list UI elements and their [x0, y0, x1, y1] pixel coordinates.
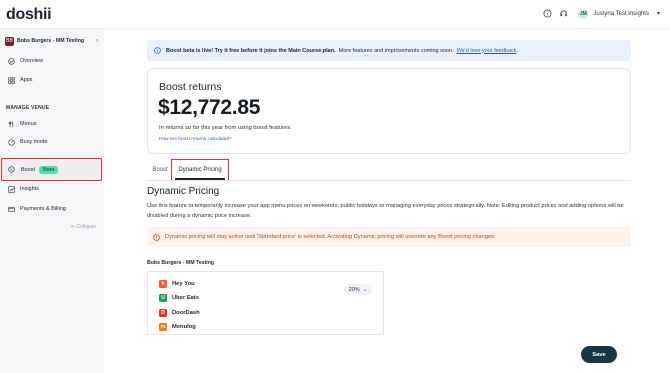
- returns-calculation-link[interactable]: How are boost returns calculated?: [159, 137, 232, 142]
- boost-returns-card: Boost returns $12,772.85 In returns so f…: [147, 68, 631, 154]
- sidebar-item-boost[interactable]: $ Boost Beta: [1, 158, 102, 181]
- list-item: m Menulog: [159, 322, 196, 332]
- svg-text:$: $: [10, 166, 13, 171]
- venue-label: Bobs Burgers - MM Testing: [147, 260, 215, 266]
- help-circle-icon[interactable]: ?: [542, 8, 553, 19]
- apps-grid-icon: [7, 76, 15, 84]
- price-increase-select[interactable]: 20% ⌄: [344, 284, 372, 295]
- sidebar-item-label: Payments & Billing: [20, 206, 66, 212]
- banner-bold-text: Boost beta is live! Try it free before i…: [166, 47, 336, 54]
- sidebar-item-menus[interactable]: Menus: [0, 117, 104, 131]
- doordash-logo-icon: D: [159, 309, 167, 317]
- sidebar-item-boost-inner: $ Boost Beta: [4, 162, 99, 177]
- chart-icon: [7, 185, 15, 193]
- check-circle-icon: [7, 57, 15, 65]
- gauge-icon: [7, 138, 15, 146]
- save-button[interactable]: Save: [581, 346, 617, 363]
- feedback-link[interactable]: We'd love your feedback: [457, 48, 517, 54]
- dollar-circle-icon: $: [8, 165, 16, 174]
- uber-eats-logo-icon: U: [159, 294, 167, 302]
- banner-text: More features and improvements coming so…: [338, 47, 454, 54]
- sidebar-item-label: Busy mode: [20, 139, 48, 145]
- returns-amount: $12,772.85: [158, 96, 261, 119]
- tab-divider: [147, 180, 631, 181]
- top-right-controls: ? JM Justyna Test Insights ▾: [542, 8, 660, 19]
- user-avatar[interactable]: JM: [578, 8, 589, 19]
- sidebar-item-label: Insights: [20, 186, 39, 192]
- headset-icon[interactable]: [558, 8, 569, 19]
- sidebar-item-overview[interactable]: Overview: [0, 54, 104, 68]
- main-content: Boost beta is live! Try it free before i…: [104, 29, 670, 373]
- sidebar-item-label: Boost: [21, 166, 36, 173]
- sidebar-item-insights[interactable]: Insights: [0, 182, 104, 196]
- sidebar: BB Bobs Burgers - MM Testing › Overview …: [0, 29, 104, 373]
- venue-avatar: BB: [5, 36, 14, 46]
- sidebar-item-busy-mode[interactable]: Busy mode: [0, 135, 104, 149]
- platform-name: Hey You: [172, 281, 195, 287]
- sidebar-section-label: MANAGE VENUE: [6, 105, 50, 111]
- warning-icon: [153, 233, 160, 241]
- venue-name: Bobs Burgers - MM Testing: [17, 38, 85, 44]
- chevron-down-icon[interactable]: ▾: [657, 10, 660, 17]
- returns-subtitle: In returns so far this year from using b…: [159, 125, 292, 131]
- platform-name: DoorDash: [172, 310, 200, 316]
- beta-info-banner: Boost beta is live! Try it free before i…: [147, 40, 631, 61]
- sidebar-item-label: Overview: [20, 58, 43, 64]
- tab-boost[interactable]: Boost: [149, 159, 171, 181]
- banner-end: .: [516, 47, 519, 54]
- page-description: Use this feature to temporarily increase…: [147, 203, 624, 219]
- list-item: h Hey You: [159, 279, 195, 289]
- sidebar-item-apps[interactable]: Apps: [0, 73, 104, 87]
- chevron-right-icon: ›: [96, 38, 98, 44]
- chevron-down-icon: ⌄: [362, 286, 368, 293]
- doshii-logo[interactable]: doshii: [6, 6, 52, 24]
- menulog-logo-icon: m: [159, 323, 167, 331]
- platform-name: Uber Eats: [172, 295, 200, 301]
- sidebar-item-payments-billing[interactable]: Payments & Billing: [0, 202, 104, 216]
- card-title: Boost returns: [159, 81, 222, 93]
- info-icon: [154, 47, 161, 54]
- venue-selector[interactable]: BB Bobs Burgers - MM Testing ›: [5, 35, 98, 47]
- hey-you-logo-icon: h: [159, 280, 167, 288]
- platform-name: Menulog: [172, 324, 196, 330]
- sidebar-item-label: Apps: [20, 77, 33, 83]
- fork-knife-icon: [7, 120, 15, 128]
- top-bar: doshii ? JM Justyna Test Insights ▾: [0, 0, 670, 29]
- svg-text:?: ?: [547, 11, 550, 17]
- warning-banner: Dynamic pricing will stay active until '…: [147, 227, 631, 247]
- list-item: D DoorDash: [159, 308, 200, 318]
- beta-badge: Beta: [39, 165, 59, 174]
- user-name[interactable]: Justyna Test Insights: [593, 11, 649, 17]
- platform-list: h Hey You U Uber Eats D DoorDash m Menul…: [147, 271, 384, 335]
- card-icon: [7, 205, 15, 213]
- page-title: Dynamic Pricing: [147, 186, 220, 197]
- warning-text: Dynamic pricing will stay active until '…: [165, 234, 496, 240]
- price-increase-value: 20%: [348, 286, 360, 293]
- sidebar-item-label: Menus: [20, 121, 37, 127]
- list-item: U Uber Eats: [159, 293, 199, 303]
- collapse-sidebar-button[interactable]: ⇤ Collapse: [71, 224, 96, 230]
